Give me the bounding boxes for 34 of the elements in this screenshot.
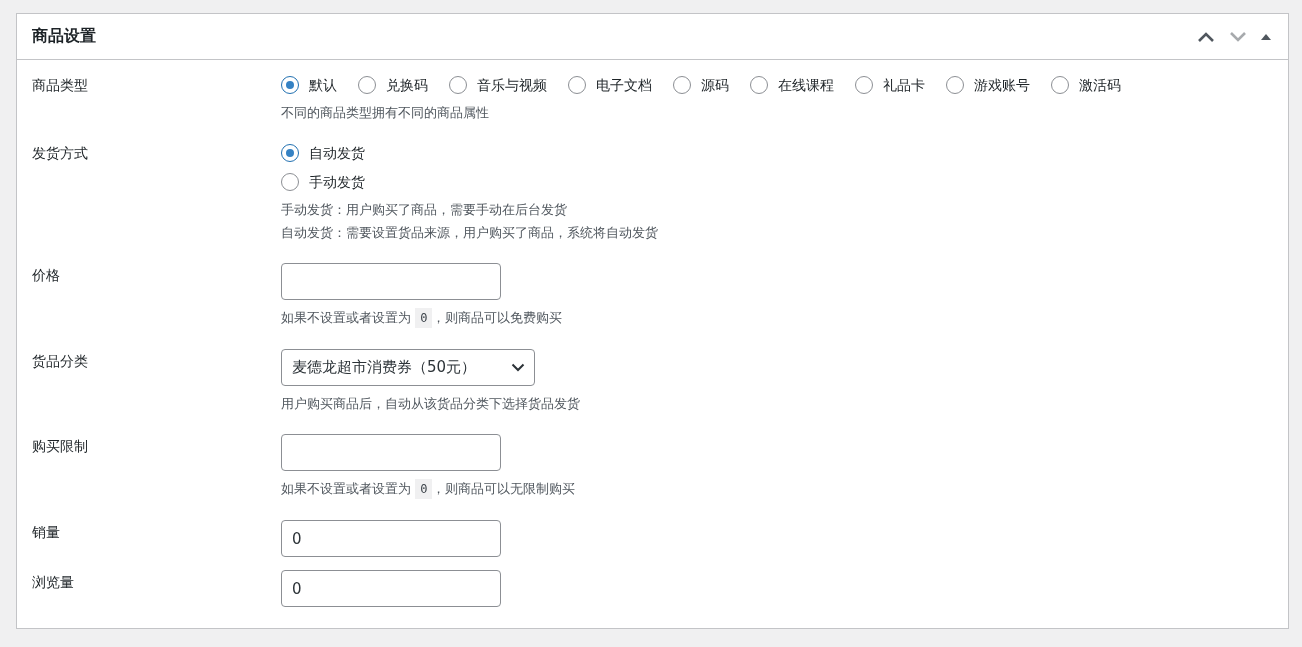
radio-option[interactable]: 手动发货	[281, 172, 658, 192]
field-label: 浏览量	[32, 573, 75, 592]
field-label: 购买限制	[32, 437, 89, 456]
field-description: 用户购买商品后，自动从该货品分类下选择货品发货	[281, 395, 580, 413]
radio-option[interactable]: 自动发货	[281, 143, 658, 163]
radio-option[interactable]: 音乐与视频	[449, 75, 547, 95]
field-description: 手动发货：用户购买了商品，需要手动在后台发货	[281, 201, 568, 219]
field-label: 货品分类	[32, 352, 89, 371]
text-input[interactable]: 0	[281, 520, 501, 557]
text-input[interactable]: 0	[281, 570, 501, 607]
radio-option[interactable]: 在线课程	[750, 75, 834, 95]
text-input[interactable]	[281, 263, 501, 300]
field-label: 商品类型	[32, 76, 89, 95]
radio-option[interactable]: 源码	[673, 75, 729, 95]
panel-title: 商品设置	[32, 26, 96, 47]
field-description: 不同的商品类型拥有不同的商品属性	[281, 104, 490, 122]
radio-option[interactable]: 默认	[281, 75, 337, 95]
radio-option[interactable]: 游戏账号	[946, 75, 1030, 95]
field-label: 价格	[32, 266, 61, 285]
field-label: 销量	[32, 523, 61, 542]
chevron-down-icon	[1229, 30, 1247, 43]
chevron-up-icon	[1197, 30, 1215, 43]
triangle-up-icon	[1261, 32, 1271, 41]
field-label: 发货方式	[32, 144, 89, 163]
field-description: 如果不设置或者设置为 0 ，则商品可以无限制购买	[281, 477, 576, 501]
radio-option[interactable]: 激活码	[1051, 75, 1121, 95]
field-description: 自动发货：需要设置货品来源，用户购买了商品，系统将自动发货	[281, 224, 658, 242]
radio-option[interactable]: 兑换码	[358, 75, 428, 95]
category-select[interactable]: 麦德龙超市消费券（50元）	[281, 349, 535, 386]
radio-option[interactable]: 礼品卡	[855, 75, 925, 95]
text-input[interactable]	[281, 434, 501, 471]
chevron-down-icon	[511, 363, 525, 372]
field-description: 如果不设置或者设置为 0 ，则商品可以免费购买	[281, 306, 563, 330]
radio-option[interactable]: 电子文档	[568, 75, 652, 95]
